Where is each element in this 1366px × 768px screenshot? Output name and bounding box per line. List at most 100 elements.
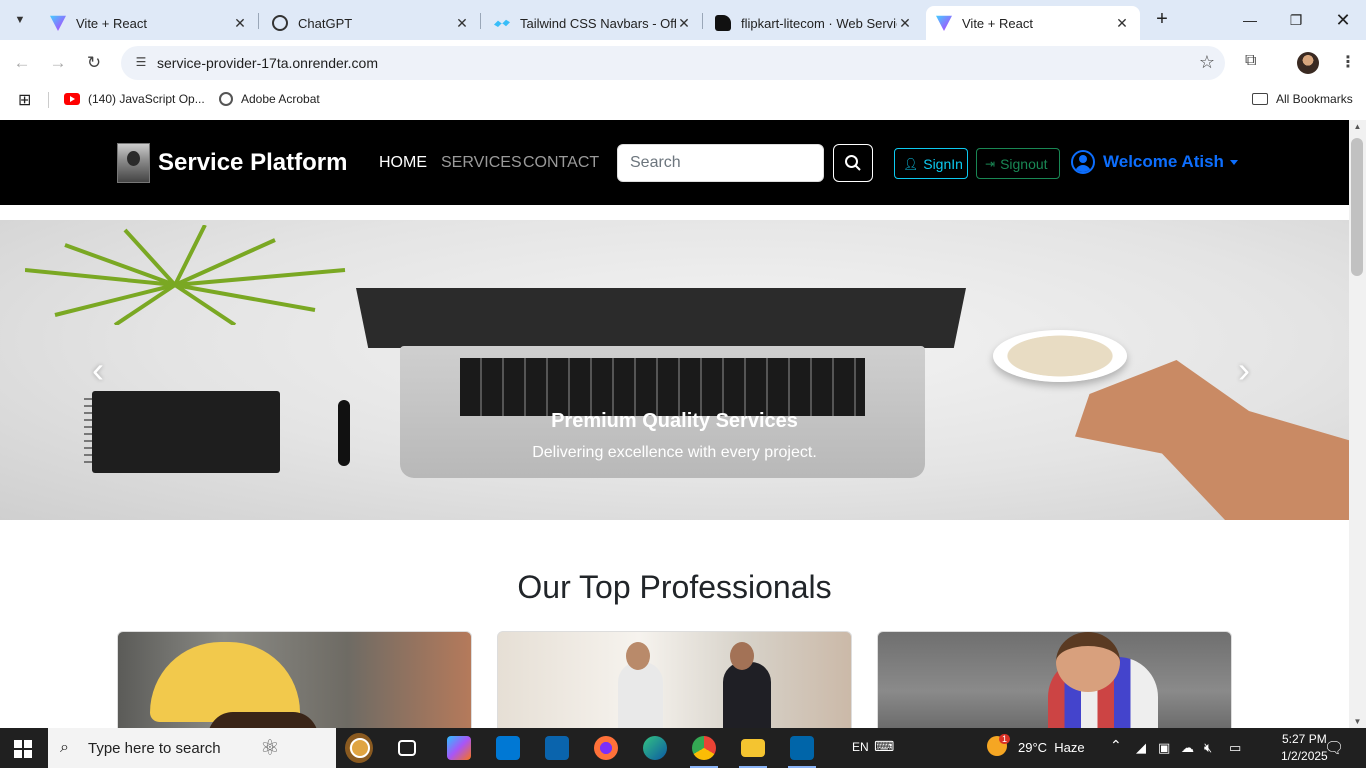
nav-home-link[interactable]: HOME (379, 154, 427, 172)
site-info-icon[interactable]: ☰ (133, 55, 149, 71)
cortana-icon[interactable] (350, 738, 370, 758)
language-indicator[interactable]: EN (852, 740, 869, 754)
tab-search-menu-icon[interactable]: ▼ (8, 8, 32, 32)
windows-start-icon[interactable] (14, 740, 32, 758)
edge-icon[interactable] (643, 736, 667, 760)
tab-title: Tailwind CSS Navbars - Offic (520, 15, 676, 31)
page-scrollbar[interactable]: ▲ ▼ (1349, 120, 1366, 728)
taskbar-clock[interactable]: 5:27 PM 1/2/2025 (1281, 731, 1328, 765)
scroll-up-icon[interactable]: ▲ (1349, 122, 1366, 131)
minimize-icon[interactable]: — (1227, 0, 1273, 40)
extensions-icon[interactable]: ⧉ (1245, 52, 1256, 70)
close-window-icon[interactable]: ✕ (1320, 0, 1366, 40)
globe-icon (219, 92, 233, 106)
plant-image (25, 225, 346, 325)
nav-contact-link[interactable]: CONTACT (523, 154, 599, 172)
tab-title: Vite + React (76, 15, 147, 31)
onedrive-icon[interactable]: ☁ (1181, 740, 1194, 756)
scroll-down-icon[interactable]: ▼ (1349, 717, 1366, 726)
site-navbar: Service Platform HOME SERVICES CONTACT 👤… (0, 120, 1349, 205)
vite-icon (936, 15, 952, 31)
chevron-down-icon (1229, 159, 1238, 165)
person-head-image (730, 642, 754, 670)
tab-separator (702, 13, 703, 29)
search-button[interactable] (833, 144, 873, 182)
brand-logo[interactable] (117, 143, 150, 183)
hand-image (1075, 360, 1349, 520)
browser-toolbar: ← → ↻ ☰ service-provider-17ta.onrender.c… (0, 40, 1366, 86)
browser-tab[interactable]: Vite + React ✕ (40, 6, 258, 40)
browser-tab[interactable]: ChatGPT ✕ (262, 6, 480, 40)
taskbar-search[interactable]: ⌕ Type here to search ⚛ (48, 728, 373, 768)
task-view-icon[interactable] (398, 740, 416, 756)
battery-icon[interactable]: ▭ (1229, 740, 1241, 756)
address-url[interactable]: service-provider-17ta.onrender.com (157, 55, 378, 71)
file-explorer-icon[interactable] (741, 739, 765, 757)
search-icon (845, 155, 861, 171)
tab-close-icon[interactable]: ✕ (454, 15, 470, 32)
network-icon[interactable]: ◢ (1136, 740, 1146, 756)
tab-separator (258, 13, 259, 29)
tailwind-icon (494, 19, 510, 27)
volume-muted-icon[interactable]: 🔇︎ (1204, 740, 1212, 756)
apps-grid-icon[interactable]: ⊞ (18, 90, 31, 110)
clock-date: 1/2/2025 (1281, 749, 1328, 763)
tab-close-icon[interactable]: ✕ (676, 15, 692, 32)
outlook-icon[interactable] (545, 736, 569, 760)
browser-tabstrip: ▼ Vite + React ✕ ChatGPT ✕ Tailwind CSS … (0, 0, 1366, 40)
meet-icon[interactable]: ▣ (1158, 740, 1170, 756)
browser-tab[interactable]: flipkart-litecom · Web Servic ✕ (705, 6, 923, 40)
firefox-icon[interactable] (594, 736, 618, 760)
bookmark-item[interactable]: (140) JavaScript Op... (64, 92, 205, 106)
signin-button[interactable]: 👤︎ SignIn (894, 148, 968, 179)
chrome-icon[interactable] (692, 736, 716, 760)
all-bookmarks-button[interactable]: All Bookmarks (1252, 92, 1353, 106)
chrome-menu-icon[interactable]: ⋮ (1340, 52, 1356, 72)
address-bar[interactable]: ☰ service-provider-17ta.onrender.com ☆ (121, 46, 1225, 80)
tab-close-icon[interactable]: ✕ (897, 15, 913, 32)
carousel-next-icon[interactable]: › (1238, 350, 1250, 390)
youtube-icon (64, 93, 80, 105)
user-dropdown[interactable]: Welcome Atish (1071, 150, 1238, 174)
keyboard-image (460, 358, 865, 416)
signout-button[interactable]: ⇥ Signout (976, 148, 1060, 179)
nav-services-link[interactable]: SERVICES (441, 154, 522, 172)
professional-card[interactable] (117, 631, 472, 728)
carousel-prev-icon[interactable]: ‹ (92, 350, 104, 390)
store-icon[interactable] (496, 736, 520, 760)
bookmark-star-icon[interactable]: ☆ (1199, 52, 1215, 73)
hero-carousel: ‹ › Premium Quality Services Delivering … (0, 220, 1349, 520)
keyboard-icon[interactable]: ⌨ (874, 738, 894, 755)
browser-tab-active[interactable]: Vite + React ✕ (926, 6, 1140, 40)
scroll-thumb[interactable] (1351, 138, 1363, 276)
vscode-icon[interactable] (790, 736, 814, 760)
forward-arrow-icon[interactable]: → (46, 51, 70, 75)
clock-time: 5:27 PM (1282, 732, 1327, 746)
new-tab-button[interactable]: + (1150, 8, 1174, 32)
weather-badge: 1 (999, 734, 1011, 744)
weather-text[interactable]: 29°C Haze (1018, 740, 1085, 755)
profile-avatar[interactable] (1297, 52, 1319, 74)
back-arrow-icon[interactable]: ← (10, 51, 34, 75)
page-viewport: Service Platform HOME SERVICES CONTACT 👤… (0, 120, 1349, 728)
hero-title: Premium Quality Services (551, 410, 798, 432)
professional-card[interactable] (877, 631, 1232, 728)
restore-icon[interactable]: ❐ (1273, 0, 1319, 40)
notification-icon[interactable]: 🗨︎ (1324, 738, 1344, 758)
bookmark-item[interactable]: Adobe Acrobat (219, 92, 320, 106)
chevron-up-icon[interactable]: ⌃ (1110, 737, 1122, 754)
brand-name[interactable]: Service Platform (158, 149, 347, 177)
bookmark-label: (140) JavaScript Op... (88, 92, 205, 106)
hero-subtitle: Delivering excellence with every project… (532, 444, 817, 461)
tab-close-icon[interactable]: ✕ (232, 15, 248, 32)
vite-icon (50, 15, 66, 31)
professional-card[interactable] (497, 631, 852, 728)
folder-icon (1252, 93, 1268, 105)
copilot-icon[interactable] (447, 736, 471, 760)
search-input[interactable] (617, 144, 824, 182)
reload-icon[interactable]: ↻ (82, 51, 106, 75)
tab-title: ChatGPT (298, 15, 353, 31)
tab-close-icon[interactable]: ✕ (1114, 15, 1130, 32)
bookmark-label: Adobe Acrobat (241, 92, 320, 106)
browser-tab[interactable]: Tailwind CSS Navbars - Offic ✕ (484, 6, 702, 40)
